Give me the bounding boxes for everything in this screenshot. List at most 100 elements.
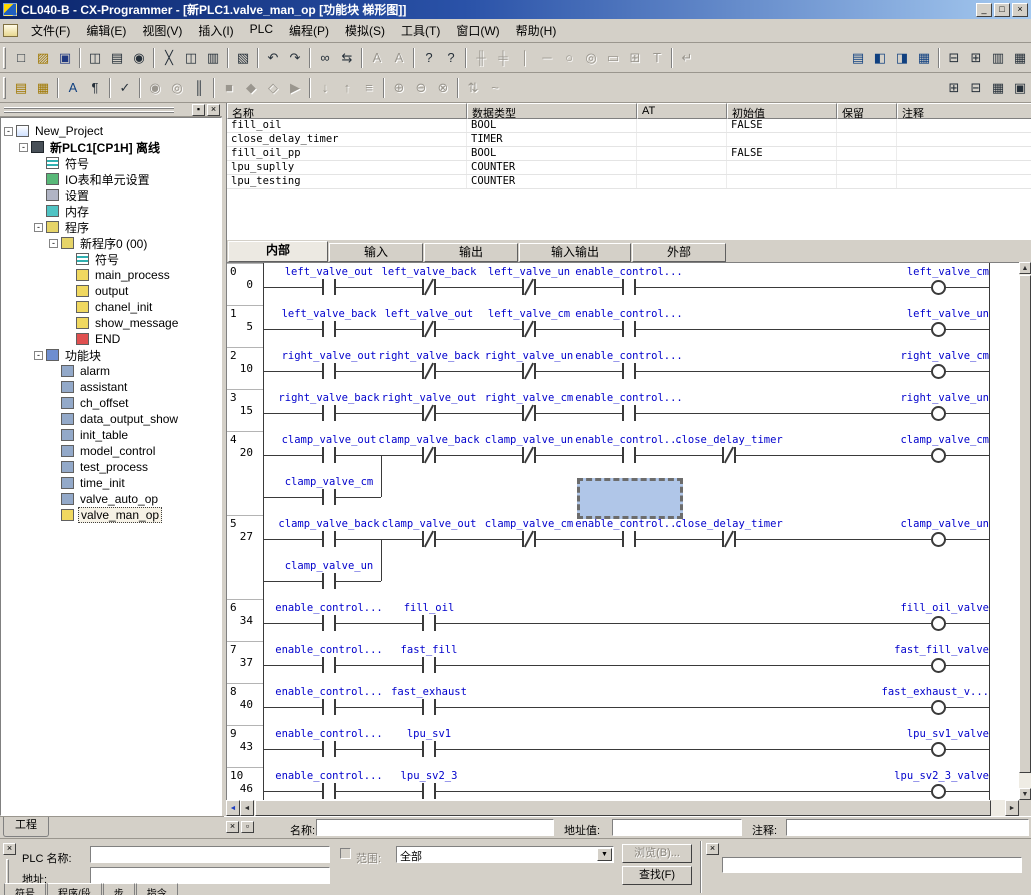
mnemonic-view-icon[interactable]: ▤: [847, 47, 869, 69]
coil-fast_fill_valve[interactable]: [931, 658, 946, 673]
selected-cell[interactable]: [577, 478, 683, 519]
minimize-button[interactable]: _: [976, 3, 992, 17]
coil-left_valve_un[interactable]: [931, 322, 946, 337]
new-file-icon[interactable]: □: [10, 47, 32, 69]
tab-外部[interactable]: 外部: [632, 243, 726, 262]
cross-reference-icon[interactable]: ⊟: [943, 47, 965, 69]
contact-enable_control...[interactable]: [334, 657, 336, 673]
contact-enable_control...[interactable]: [334, 741, 336, 757]
column-header-初始值[interactable]: 初始值: [727, 103, 837, 119]
tree-item-New_Project[interactable]: -New_Project: [1, 123, 221, 139]
ladder-rung-3[interactable]: 315right_valve_backright_valve_outright_…: [227, 389, 1019, 431]
contact-enable_control...[interactable]: [622, 531, 624, 547]
print-icon[interactable]: ▤: [106, 47, 128, 69]
contact-right_valve_un[interactable]: [534, 363, 536, 379]
quickbar-expand-icon[interactable]: ▫: [241, 821, 254, 833]
contact-clamp_valve_un[interactable]: [534, 447, 536, 463]
scroll-left-icon[interactable]: ◄: [240, 800, 254, 816]
contact-left_valve_out[interactable]: [322, 279, 324, 295]
contact-enable_control...[interactable]: [334, 615, 336, 631]
ladder-editor[interactable]: 00left_valve_outleft_valve_backleft_valv…: [226, 262, 1019, 800]
address-input[interactable]: [90, 867, 330, 884]
menu-item-模拟(S)[interactable]: 模拟(S): [337, 19, 393, 42]
ladder-rung-9[interactable]: 943enable_control...lpu_sv1lpu_sv1_valve: [227, 725, 1019, 767]
variable-row[interactable]: fill_oil_ppBOOLFALSE: [227, 147, 1031, 161]
menu-item-窗口(W)[interactable]: 窗口(W): [448, 19, 507, 42]
find-button[interactable]: 查找(F): [622, 866, 692, 885]
scrollbar-track[interactable]: [254, 800, 1005, 816]
contact-clamp_valve_out[interactable]: [322, 447, 324, 463]
scope-select[interactable]: 全部 ▼: [396, 846, 614, 863]
zoom-out-icon[interactable]: ⊟: [965, 77, 987, 99]
contact-clamp_valve_un[interactable]: [322, 573, 324, 589]
pin-icon[interactable]: ▪: [192, 104, 205, 116]
contact-clamp_valve_cm[interactable]: [534, 531, 536, 547]
contact-left_valve_out[interactable]: [334, 279, 336, 295]
contact-enable_control...[interactable]: [634, 531, 636, 547]
tree-item-IO表和单元设置[interactable]: IO表和单元设置: [1, 171, 221, 187]
address-reference-icon[interactable]: ⊞: [965, 47, 987, 69]
result-tab-指令[interactable]: 指令: [136, 883, 178, 895]
coil-clamp_valve_cm[interactable]: [931, 448, 946, 463]
column-header-AT[interactable]: AT: [637, 103, 727, 119]
scroll-down-icon[interactable]: ▼: [1019, 788, 1031, 800]
contact-enable_control...[interactable]: [322, 783, 324, 799]
contact-enable_control...[interactable]: [322, 741, 324, 757]
scrollbar-thumb[interactable]: [255, 800, 991, 816]
address-value-field[interactable]: [612, 819, 742, 836]
quickbar-close-icon[interactable]: ×: [226, 821, 239, 833]
contact-right_valve_back[interactable]: [334, 405, 336, 421]
tree-close-icon[interactable]: ×: [207, 104, 220, 116]
contact-right_valve_out[interactable]: [334, 363, 336, 379]
ladder-rung-2[interactable]: 210right_valve_outright_valve_backright_…: [227, 347, 1019, 389]
scroll-up-icon[interactable]: ▲: [1019, 262, 1031, 274]
column-header-保留[interactable]: 保留: [837, 103, 897, 119]
tree-expander-icon[interactable]: -: [34, 351, 43, 360]
undo-icon[interactable]: ↶: [262, 47, 284, 69]
ladder-rung-10[interactable]: 1046enable_control...lpu_sv2_3lpu_sv2_3_…: [227, 767, 1019, 800]
coil-fill_oil_valve[interactable]: [931, 616, 946, 631]
tree-item-assistant[interactable]: assistant: [1, 379, 221, 395]
comment-field[interactable]: [786, 819, 1029, 836]
name-field[interactable]: [316, 819, 554, 836]
coil-lpu_sv2_3_valve[interactable]: [931, 784, 946, 799]
tree-item-show_message[interactable]: show_message: [1, 315, 221, 331]
copy-icon[interactable]: ◫: [180, 47, 202, 69]
tree-item-time_init[interactable]: time_init: [1, 475, 221, 491]
ladder-rung-8[interactable]: 840enable_control...fast_exhaustfast_exh…: [227, 683, 1019, 725]
menu-item-帮助(H)[interactable]: 帮助(H): [508, 19, 565, 42]
contact-fill_oil[interactable]: [422, 615, 424, 631]
contact-enable_control...[interactable]: [622, 447, 624, 463]
print-preview-icon[interactable]: ◉: [128, 47, 150, 69]
tree-item-END[interactable]: END: [1, 331, 221, 347]
contact-clamp_valve_back[interactable]: [334, 531, 336, 547]
tree-item-output[interactable]: output: [1, 283, 221, 299]
tab-输入输出[interactable]: 输入输出: [519, 243, 631, 262]
scrollbar-thumb[interactable]: [1019, 275, 1031, 773]
contact-enable_control...[interactable]: [322, 699, 324, 715]
tree-expander-icon[interactable]: -: [4, 127, 13, 136]
find-panel-close-icon[interactable]: ×: [3, 843, 16, 855]
results-close-icon[interactable]: ×: [706, 843, 719, 855]
contact-close_delay_timer[interactable]: [734, 531, 736, 547]
contact-lpu_sv1[interactable]: [422, 741, 424, 757]
section-view-icon[interactable]: ◨: [891, 47, 913, 69]
contact-lpu_sv2_3[interactable]: [434, 783, 436, 799]
vertical-scrollbar[interactable]: ▲ ▼: [1019, 262, 1031, 800]
contact-fast_exhaust[interactable]: [422, 699, 424, 715]
contact-clamp_valve_back[interactable]: [434, 447, 436, 463]
ladder-rung-5[interactable]: 527clamp_valve_backclamp_valve_outclamp_…: [227, 515, 1019, 599]
tree-expander-icon[interactable]: -: [34, 223, 43, 232]
find-icon[interactable]: ∞: [314, 47, 336, 69]
tree-item-valve_auto_op[interactable]: valve_auto_op: [1, 491, 221, 507]
variable-row[interactable]: close_delay_timerTIMER: [227, 133, 1031, 147]
scroll-right-icon[interactable]: ►: [1005, 800, 1019, 816]
tab-输出[interactable]: 输出: [424, 243, 518, 262]
contact-clamp_valve_cm[interactable]: [322, 489, 324, 505]
result-tab-符号[interactable]: 符号: [4, 883, 46, 895]
coil-lpu_sv1_valve[interactable]: [931, 742, 946, 757]
tab-输入[interactable]: 输入: [329, 243, 423, 262]
redo-icon[interactable]: ↷: [284, 47, 306, 69]
replace-icon[interactable]: ⇆: [336, 47, 358, 69]
contact-close_delay_timer[interactable]: [734, 447, 736, 463]
